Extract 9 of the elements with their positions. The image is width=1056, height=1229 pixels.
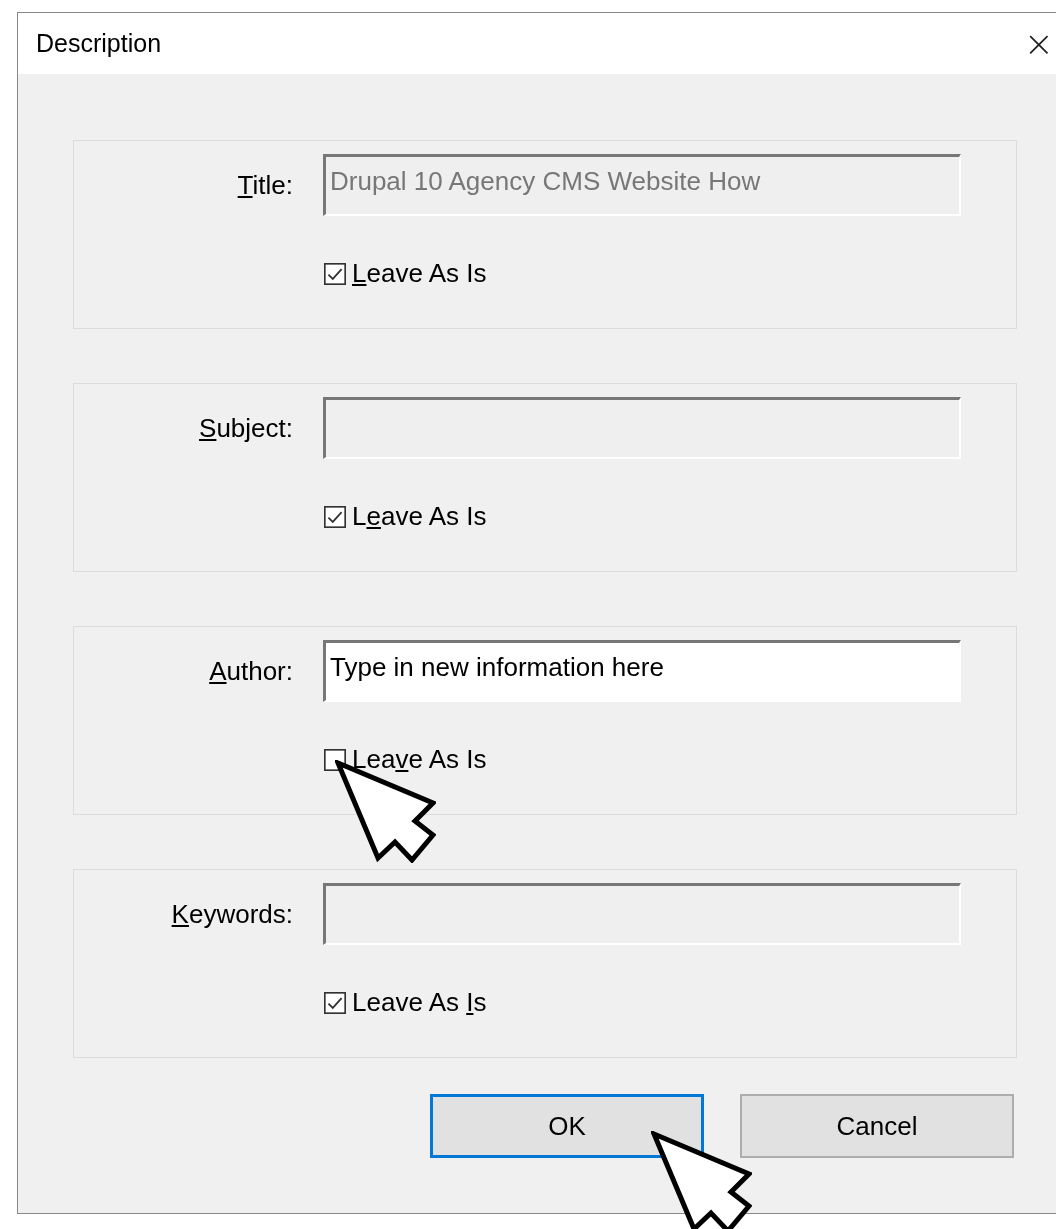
field-label: Subject: [198,412,293,444]
window-title: Description [36,29,162,58]
field-label: Keywords: [170,898,293,930]
input-field[interactable]: Type in new information here [323,640,961,702]
field-label: Title: [236,169,293,201]
close-button[interactable]: × [1023,23,1054,64]
ok-button[interactable]: OK [430,1094,704,1158]
field-label: Author: [208,655,293,687]
cancel-button[interactable]: Cancel [740,1094,1014,1158]
